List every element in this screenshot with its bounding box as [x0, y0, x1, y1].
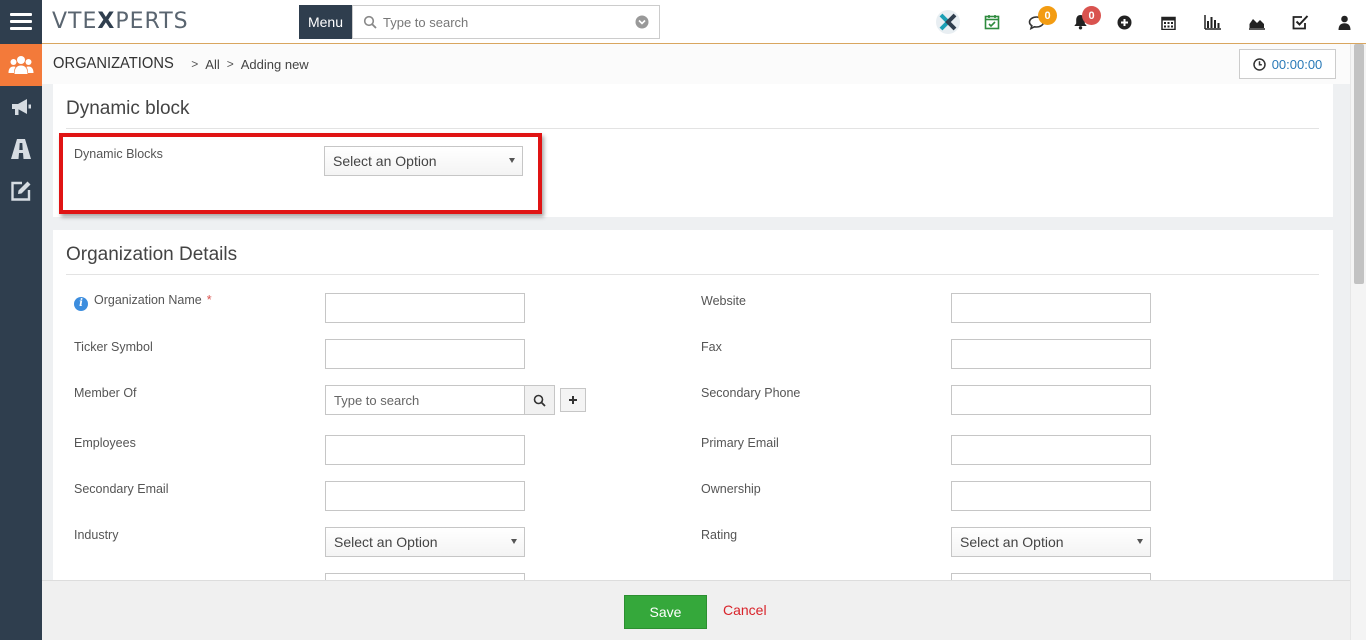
sidebar-item-campaigns[interactable] — [0, 86, 42, 128]
check-square-icon — [1292, 15, 1308, 30]
dynamic-block-title: Dynamic block — [66, 98, 190, 119]
organization-name-label: i Organization Name * — [74, 293, 212, 311]
member-of-label: Member Of — [74, 386, 137, 400]
reports-button[interactable] — [1190, 0, 1234, 44]
employees-label: Employees — [74, 436, 136, 450]
secondary-email-label: Secondary Email — [74, 482, 169, 496]
section-divider — [66, 128, 1319, 129]
industry-select[interactable]: Select an Option — [325, 527, 525, 557]
edit-form-content: Dynamic block Dynamic Blocks Select an O… — [42, 84, 1350, 580]
plus-circle-icon — [1117, 15, 1131, 29]
left-sidebar — [0, 44, 42, 640]
scrollbar-thumb[interactable] — [1354, 44, 1364, 284]
quick-create-button[interactable] — [1102, 0, 1146, 44]
plus-icon — [569, 396, 577, 404]
form-footer: Save Cancel — [42, 580, 1350, 640]
area-chart-icon — [1248, 18, 1265, 30]
section-divider — [66, 274, 1319, 275]
industry-label: Industry — [74, 528, 119, 542]
tasks-calendar-button[interactable] — [970, 0, 1014, 44]
header-icon-group: 0 0 — [926, 0, 1366, 44]
notifications-button[interactable]: 0 — [1058, 0, 1102, 44]
ownership-field[interactable] — [951, 481, 1151, 511]
primary-email-field[interactable] — [951, 435, 1151, 465]
road-icon — [11, 139, 31, 159]
tasks-button[interactable] — [1278, 0, 1322, 44]
vtex-logo-button[interactable] — [926, 0, 970, 44]
user-profile-button[interactable] — [1322, 0, 1366, 44]
organization-details-section: Organization Details i Organization Name *… — [53, 230, 1333, 580]
comments-button[interactable]: 0 — [1014, 0, 1058, 44]
ownership-label: Ownership — [701, 482, 761, 496]
sidebar-item-projects[interactable] — [0, 128, 42, 170]
industry-select-value: Select an Option — [334, 534, 438, 550]
global-search-input[interactable] — [383, 14, 635, 30]
sidebar-item-contacts[interactable] — [0, 44, 42, 86]
secondary-phone-label: Secondary Phone — [701, 386, 801, 400]
breadcrumb-filter-link[interactable]: All — [205, 57, 219, 72]
breadcrumb: ORGANIZATIONS > All > Adding new — [53, 55, 309, 73]
chevron-right-icon: > — [191, 57, 199, 71]
website-field[interactable] — [951, 293, 1151, 323]
organization-details-title: Organization Details — [66, 244, 238, 265]
save-button[interactable]: Save — [624, 595, 707, 629]
breadcrumb-module-link[interactable]: ORGANIZATIONS — [53, 55, 174, 73]
caret-down-icon — [1137, 539, 1143, 544]
caret-down-icon — [511, 539, 517, 544]
analytics-button[interactable] — [1234, 0, 1278, 44]
user-icon — [1338, 15, 1350, 30]
timer-value: 00:00:00 — [1271, 56, 1323, 72]
calendar-icon — [1160, 16, 1176, 30]
organization-name-field[interactable] — [325, 293, 525, 323]
breadcrumb-bar: ORGANIZATIONS > All > Adding new 00:00:0… — [42, 44, 1350, 84]
member-of-search-input[interactable] — [326, 392, 524, 408]
vtex-logo-icon — [936, 10, 960, 34]
red-highlight-box — [59, 133, 542, 214]
website-label: Website — [701, 294, 746, 308]
calendar-button[interactable] — [1146, 0, 1190, 44]
primary-email-label: Primary Email — [701, 436, 779, 450]
timer-button[interactable]: 00:00:00 — [1239, 49, 1336, 79]
member-of-input-wrapper — [325, 385, 525, 415]
secondary-email-field[interactable] — [325, 481, 525, 511]
ticker-symbol-field[interactable] — [325, 339, 525, 369]
megaphone-icon — [12, 99, 31, 115]
rating-select[interactable]: Select an Option — [951, 527, 1151, 557]
sic-code-field-partial[interactable] — [951, 573, 1151, 580]
secondary-phone-field[interactable] — [951, 385, 1151, 415]
vertical-scrollbar[interactable] — [1350, 44, 1366, 640]
hamburger-menu-button[interactable] — [0, 0, 42, 44]
chevron-down-circle-icon[interactable] — [635, 15, 649, 29]
vtexperts-logo[interactable]: VTEXPERTS — [52, 9, 189, 34]
top-navigation-bar: VTEXPERTS Menu 0 0 — [0, 0, 1366, 44]
ticker-symbol-label: Ticker Symbol — [74, 340, 153, 354]
sidebar-item-notes[interactable] — [0, 170, 42, 212]
fax-label: Fax — [701, 340, 722, 354]
search-icon — [533, 394, 546, 407]
rating-select-value: Select an Option — [960, 534, 1064, 550]
bar-chart-icon — [1203, 14, 1221, 30]
hamburger-icon — [10, 13, 32, 31]
member-of-search-button[interactable] — [524, 385, 555, 415]
breadcrumb-current: Adding new — [240, 56, 309, 72]
clock-icon — [1252, 57, 1266, 71]
calendar-check-icon — [984, 15, 1000, 30]
info-icon[interactable]: i — [74, 297, 88, 311]
global-search-box[interactable] — [352, 5, 660, 39]
comments-count-badge: 0 — [1038, 6, 1057, 25]
member-of-add-button[interactable] — [560, 388, 586, 412]
notifications-count-badge: 0 — [1082, 6, 1101, 25]
chevron-right-icon: > — [226, 57, 234, 71]
type-field-partial[interactable] — [325, 573, 525, 580]
fax-field[interactable] — [951, 339, 1151, 369]
rating-label: Rating — [701, 528, 738, 542]
users-icon — [8, 56, 34, 74]
employees-field[interactable] — [325, 435, 525, 465]
required-asterisk: * — [206, 293, 212, 307]
cancel-link[interactable]: Cancel — [723, 602, 767, 618]
search-icon — [363, 15, 377, 29]
edit-icon — [11, 181, 31, 201]
menu-button[interactable]: Menu — [299, 5, 352, 39]
